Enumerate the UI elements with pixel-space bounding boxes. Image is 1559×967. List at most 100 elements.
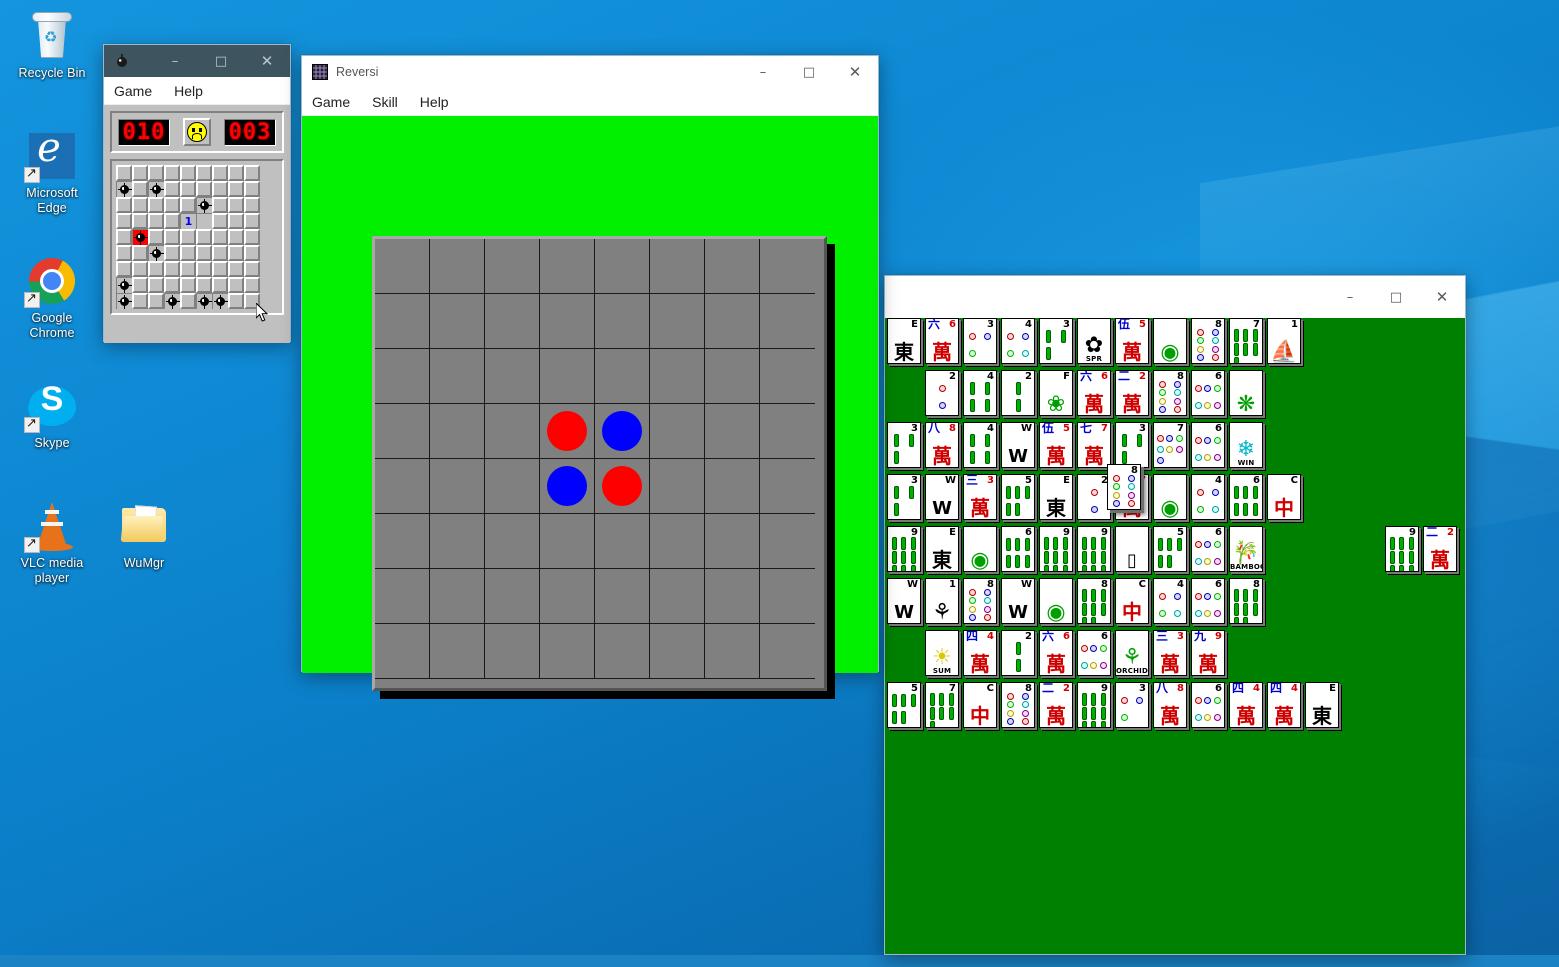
minesweeper-cell[interactable] — [148, 197, 164, 213]
minesweeper-cell[interactable] — [228, 277, 244, 293]
minesweeper-cell[interactable] — [196, 293, 212, 309]
minesweeper-cell[interactable] — [212, 245, 228, 261]
reversi-cell[interactable] — [485, 239, 540, 294]
minesweeper-cell[interactable] — [244, 293, 260, 309]
reversi-cell[interactable] — [375, 349, 430, 404]
mahjong-tile[interactable]: 9 — [1077, 526, 1111, 572]
reversi-cell[interactable] — [760, 459, 815, 514]
reversi-cell[interactable] — [540, 404, 595, 459]
mahjong-tile[interactable]: 7 — [1229, 318, 1263, 364]
reversi-grid[interactable] — [375, 239, 815, 679]
minesweeper-grid[interactable]: 1 — [116, 165, 278, 309]
minesweeper-cell[interactable] — [228, 197, 244, 213]
mahjong-tile[interactable]: 1 ⛵ — [1267, 318, 1301, 364]
minesweeper-titlebar[interactable]: – □ ✕ — [104, 45, 290, 77]
mahjong-tile[interactable]: E東 — [1039, 474, 1073, 520]
mahjong-tile[interactable]: 6六萬 — [1039, 630, 1073, 676]
mahjong-tile[interactable]: 6 — [1229, 474, 1263, 520]
minesweeper-cell[interactable] — [244, 261, 260, 277]
reversi-cell[interactable] — [760, 569, 815, 624]
maximize-button[interactable]: □ — [198, 45, 244, 77]
reversi-cell[interactable] — [430, 349, 485, 404]
reversi-cell[interactable] — [485, 404, 540, 459]
mahjong-tile[interactable]: 8 — [1153, 370, 1187, 416]
reversi-window[interactable]: Reversi – □ ✕ Game Skill Help — [301, 55, 879, 699]
reversi-cell[interactable] — [485, 294, 540, 349]
minesweeper-cell[interactable] — [244, 277, 260, 293]
mahjong-tile[interactable]: 8 — [963, 578, 997, 624]
minesweeper-cell[interactable] — [116, 245, 132, 261]
reversi-cell[interactable] — [595, 569, 650, 624]
menu-item-help[interactable]: Help — [420, 94, 449, 110]
reversi-cell[interactable] — [595, 514, 650, 569]
reversi-cell[interactable] — [540, 294, 595, 349]
mahjong-tile[interactable]: 3 — [887, 422, 921, 468]
minesweeper-cell[interactable] — [164, 197, 180, 213]
minesweeper-cell[interactable] — [132, 261, 148, 277]
mahjong-tile[interactable]: 9 — [1385, 526, 1419, 572]
minesweeper-cell[interactable] — [164, 245, 180, 261]
minimize-button[interactable]: – — [152, 45, 198, 77]
reversi-cell[interactable] — [430, 294, 485, 349]
mahjong-tile[interactable]: 2 — [1077, 474, 1111, 520]
minesweeper-cell[interactable] — [196, 165, 212, 181]
minesweeper-cell[interactable] — [116, 293, 132, 309]
minesweeper-cell[interactable] — [164, 181, 180, 197]
reversi-cell[interactable] — [430, 404, 485, 459]
mahjong-board[interactable]: E 東 6 六萬 3 4 3 ✿ SPR 5 伍萬 ◉ 8 7 1 ⛵ 2 4 2 F ❀ 6 六萬 2 二萬 8 6 ❋ 3 8 八萬 4 W… — [885, 318, 1465, 954]
mahjong-tile[interactable]: 6 — [1191, 370, 1225, 416]
reversi-cell[interactable] — [375, 624, 430, 679]
reversi-cell[interactable] — [650, 404, 705, 459]
reversi-cell[interactable] — [375, 239, 430, 294]
mahjong-tile[interactable]: 1 ⚘ — [925, 578, 959, 624]
reversi-cell[interactable] — [760, 349, 815, 404]
mahjong-tile[interactable]: 2二萬 — [1115, 370, 1149, 416]
reversi-cell[interactable] — [650, 624, 705, 679]
mahjong-tile[interactable]: E東 — [925, 526, 959, 572]
minesweeper-cell[interactable] — [196, 213, 212, 229]
reversi-cell[interactable] — [430, 459, 485, 514]
mahjong-tile[interactable]: 6 — [1191, 526, 1225, 572]
minesweeper-cell[interactable] — [148, 293, 164, 309]
mahjong-tile[interactable]: 7 — [925, 682, 959, 728]
reversi-cell[interactable] — [760, 239, 815, 294]
mahjong-tile[interactable]: 🎋 BAMBOO — [1229, 526, 1263, 572]
mahjong-tile[interactable]: 4 — [1191, 474, 1225, 520]
reversi-cell[interactable] — [650, 569, 705, 624]
reversi-cell[interactable] — [650, 349, 705, 404]
reversi-cell[interactable] — [540, 459, 595, 514]
reversi-cell[interactable] — [485, 569, 540, 624]
menu-item-game[interactable]: Game — [114, 83, 152, 99]
mahjong-tile[interactable]: 5伍萬 — [1115, 318, 1149, 364]
desktop-icon-recycle-bin[interactable]: ♻ Recycle Bin — [6, 10, 98, 81]
mahjong-tile[interactable]: 6 — [1191, 682, 1225, 728]
minesweeper-cell[interactable] — [180, 277, 196, 293]
reversi-cell[interactable] — [760, 294, 815, 349]
reversi-cell[interactable] — [375, 514, 430, 569]
minesweeper-cell[interactable] — [148, 181, 164, 197]
minesweeper-cell[interactable] — [180, 245, 196, 261]
minesweeper-cell[interactable] — [212, 229, 228, 245]
reversi-cell[interactable] — [485, 349, 540, 404]
minesweeper-cell[interactable] — [164, 261, 180, 277]
mahjong-tile[interactable]: 5 — [1153, 526, 1187, 572]
mahjong-tile[interactable]: F ❀ — [1039, 370, 1073, 416]
reversi-cell[interactable] — [540, 514, 595, 569]
minesweeper-cell[interactable] — [180, 293, 196, 309]
mahjong-tile[interactable]: 7 — [1153, 422, 1187, 468]
mahjong-tile[interactable]: 5 — [887, 682, 921, 728]
minesweeper-cell[interactable] — [180, 197, 196, 213]
mahjong-tile[interactable]: ❄ WIN — [1229, 422, 1263, 468]
reversi-cell[interactable] — [595, 404, 650, 459]
reversi-cell[interactable] — [650, 239, 705, 294]
reversi-cell[interactable] — [595, 294, 650, 349]
menu-item-game[interactable]: Game — [312, 94, 350, 110]
smiley-face-button[interactable] — [183, 118, 211, 146]
minesweeper-cell[interactable] — [116, 229, 132, 245]
mahjong-tile[interactable]: 7七萬 — [1077, 422, 1111, 468]
minesweeper-cell[interactable] — [228, 245, 244, 261]
mahjong-tile[interactable]: 4 — [963, 422, 997, 468]
reversi-cell[interactable] — [540, 239, 595, 294]
minesweeper-cell[interactable] — [132, 197, 148, 213]
reversi-cell[interactable] — [595, 459, 650, 514]
